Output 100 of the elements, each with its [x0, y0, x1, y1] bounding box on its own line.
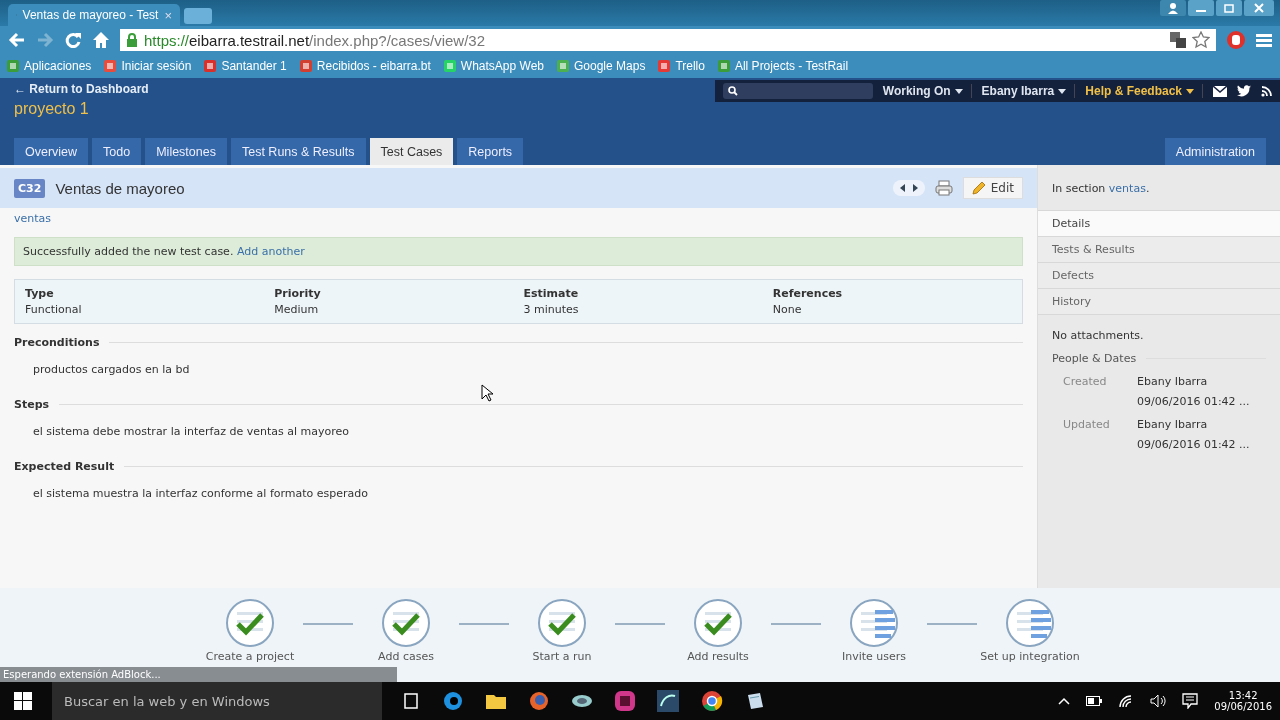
checkmark-icon[interactable]: [537, 598, 587, 648]
battery-icon[interactable]: [1086, 696, 1103, 706]
bookmark[interactable]: Iniciar sesión: [103, 59, 192, 73]
bookmark[interactable]: Recibidos - eibarra.bt: [298, 59, 431, 73]
section-link[interactable]: ventas: [14, 212, 52, 225]
pencil-icon: [971, 181, 986, 195]
bookmark[interactable]: Google Maps: [556, 59, 646, 73]
return-link[interactable]: ← Return to Dashboard: [14, 82, 149, 96]
clock-date[interactable]: 09/06/2016: [1214, 701, 1272, 712]
nav-tab[interactable]: Todo: [92, 138, 142, 165]
bookmark[interactable]: WhatsApp Web: [442, 59, 544, 73]
list-icon[interactable]: [849, 598, 899, 648]
notification-icon[interactable]: [1182, 693, 1199, 709]
bookmark-icon: [203, 59, 218, 73]
bookmark-icon: [716, 59, 731, 73]
app-icon[interactable]: [615, 691, 635, 711]
user-icon[interactable]: [1160, 0, 1186, 16]
person-name: Ebany Ibarra: [1137, 375, 1209, 388]
field-label: Estimate: [523, 287, 580, 300]
close-tab-button[interactable]: ×: [164, 7, 172, 23]
caret-icon: [954, 88, 963, 94]
windows-start-icon[interactable]: [14, 692, 32, 710]
section-heading: Expected Result: [14, 460, 115, 473]
success-message: Successfully added the new test case. Add another: [14, 237, 1023, 266]
lock-icon: [126, 33, 138, 47]
database-icon[interactable]: [571, 692, 593, 710]
bookmark[interactable]: Aplicaciones: [6, 59, 92, 73]
firefox-icon[interactable]: [529, 691, 549, 711]
nav-tab[interactable]: Test Runs & Results: [230, 138, 366, 165]
minimize-icon[interactable]: [1188, 0, 1214, 16]
back-icon[interactable]: [8, 31, 26, 49]
edge-browser-icon[interactable]: [443, 691, 463, 711]
reload-icon[interactable]: [64, 31, 82, 49]
nav-tab[interactable]: Overview: [14, 138, 89, 165]
chevron-up-icon[interactable]: [1058, 697, 1071, 705]
section-heading: Preconditions: [14, 336, 100, 349]
clock-time[interactable]: 13:42: [1228, 690, 1258, 701]
bookmark-icon: [556, 59, 570, 73]
rss-icon[interactable]: [1261, 85, 1272, 97]
date-text: 09/06/2016 01:42 ...: [1137, 395, 1250, 408]
notepad-icon[interactable]: [745, 691, 765, 711]
bookmark-icon: [6, 59, 20, 73]
edit-button[interactable]: Edit: [962, 177, 1023, 199]
field-value: None: [772, 303, 803, 316]
step-label[interactable]: Create a project: [205, 650, 295, 663]
field-value: Functional: [25, 303, 83, 316]
sidebar-tab[interactable]: Details: [1038, 210, 1280, 236]
nav-menu[interactable]: Ebany Ibarra: [981, 84, 1076, 98]
step-label[interactable]: Start a run: [532, 650, 592, 663]
mail-icon[interactable]: [1213, 85, 1227, 97]
translate-icon[interactable]: [1170, 32, 1186, 48]
status-bubble: Esperando extensión AdBlock...: [0, 667, 397, 682]
address-field[interactable]: https://eibarra.testrail.net/index.php?/cases/view/32: [120, 29, 1216, 51]
search-icon: [727, 86, 738, 96]
step-label[interactable]: Add cases: [378, 650, 434, 663]
attachments-text: No attachments.: [1052, 329, 1145, 342]
bookmark[interactable]: Trello: [657, 59, 705, 73]
checkmark-icon[interactable]: [381, 598, 431, 648]
nav-tab[interactable]: Reports: [457, 138, 524, 165]
stop-hand-icon[interactable]: [1226, 30, 1246, 50]
task-view-icon[interactable]: [401, 693, 421, 709]
checkmark-icon[interactable]: [225, 598, 275, 648]
date-text: 09/06/2016 01:42 ...: [1137, 438, 1250, 451]
nav-tab[interactable]: Milestones: [145, 138, 227, 165]
project-name: proyecto 1: [14, 100, 90, 118]
speaker-icon[interactable]: [1150, 694, 1167, 708]
people-label: Updated: [1063, 418, 1111, 433]
nav-menu[interactable]: Working On: [882, 84, 972, 98]
prev-next-button[interactable]: [892, 180, 925, 196]
step-label[interactable]: Invite users: [841, 650, 907, 663]
step-label[interactable]: Set up integration: [980, 650, 1080, 663]
bookmark[interactable]: Santander 1: [203, 59, 287, 73]
home-icon[interactable]: [92, 31, 110, 49]
search-field[interactable]: Buscar en la web y en Windows: [52, 682, 382, 720]
folder-icon[interactable]: [485, 692, 507, 710]
caret-icon: [1186, 88, 1194, 94]
star-icon[interactable]: [1192, 31, 1210, 49]
browser-tab[interactable]: Ventas de mayoreo - Test ×: [8, 4, 180, 26]
section-heading: Steps: [14, 398, 50, 411]
close-icon[interactable]: [1244, 0, 1274, 16]
nav-menu[interactable]: Help & Feedback: [1085, 84, 1203, 98]
search-field[interactable]: [722, 83, 873, 99]
tab-title: Ventas de mayoreo - Test: [22, 8, 159, 22]
administration-tab[interactable]: Administration: [1164, 138, 1266, 165]
field-label: Type: [25, 287, 55, 300]
menu-icon[interactable]: [1256, 32, 1272, 48]
nav-tab[interactable]: Test Cases: [369, 138, 454, 165]
chrome-icon[interactable]: [701, 690, 723, 712]
people-label: Created: [1063, 375, 1108, 390]
add-another-link[interactable]: Add another: [236, 245, 305, 258]
step-label[interactable]: Add results: [687, 650, 749, 663]
person-name: Ebany Ibarra: [1137, 418, 1209, 431]
caret-icon: [1058, 88, 1067, 94]
list-icon[interactable]: [1005, 598, 1055, 648]
field-label: References: [772, 287, 844, 300]
printer-icon[interactable]: [934, 180, 953, 196]
bird-icon[interactable]: [1237, 85, 1251, 97]
section-link[interactable]: ventas: [1108, 182, 1146, 195]
checkmark-icon[interactable]: [693, 598, 743, 648]
bookmark[interactable]: All Projects - TestRail: [716, 59, 849, 73]
